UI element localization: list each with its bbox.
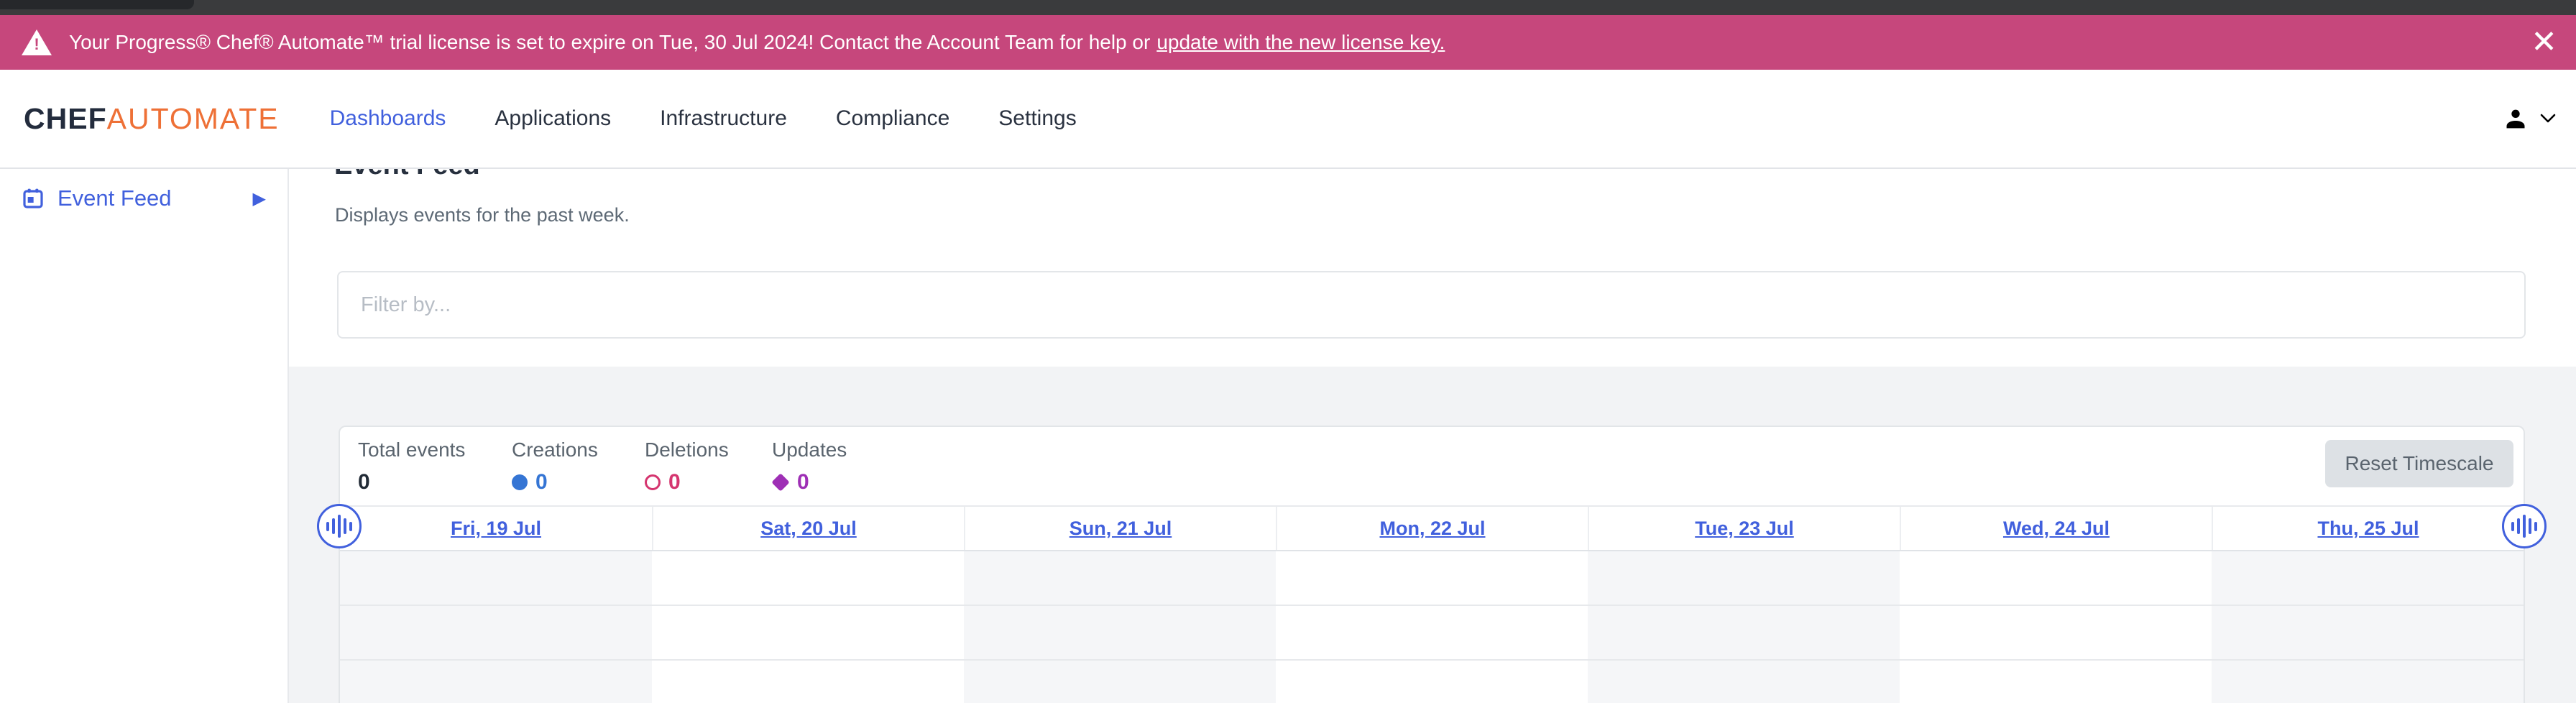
nav-item-applications[interactable]: Applications xyxy=(494,106,611,131)
timeline-day-header: Fri, 19 Jul Sat, 20 Jul Sun, 21 Jul Mon, 22… xyxy=(340,505,2524,551)
timeline-cell xyxy=(1900,606,2212,661)
stat-creations: Creations 0 xyxy=(512,438,598,495)
stat-deletions: Deletions 0 xyxy=(645,438,729,495)
timeline-cell xyxy=(1276,551,1588,606)
license-banner: ! Your Progress® Chef® Automate™ trial l… xyxy=(0,15,2576,70)
sidebar-item-event-feed[interactable]: Event Feed ▶ xyxy=(0,176,288,221)
day-link-sun-21-jul[interactable]: Sun, 21 Jul xyxy=(1070,518,1172,540)
browser-tab-fragment xyxy=(0,0,194,9)
timeline-cell xyxy=(340,551,652,606)
equalizer-icon xyxy=(326,515,352,538)
stat-label: Creations xyxy=(512,438,598,461)
stat-value: 0 xyxy=(797,470,809,495)
day-link-sat-20-jul[interactable]: Sat, 20 Jul xyxy=(760,518,857,540)
logo-automate-text: AUTOMATE xyxy=(107,102,280,135)
filled-circle-icon xyxy=(512,474,528,490)
browser-chrome-bar xyxy=(0,0,2576,15)
nav-item-compliance[interactable]: Compliance xyxy=(836,106,949,131)
timeline-cell xyxy=(340,661,652,703)
timeline-cell xyxy=(1588,661,1900,703)
stat-updates: Updates 0 xyxy=(772,438,847,495)
day-column-header: Sun, 21 Jul xyxy=(964,507,1276,550)
warning-triangle-icon: ! xyxy=(22,29,52,55)
day-link-fri-19-jul[interactable]: Fri, 19 Jul xyxy=(451,518,541,540)
day-link-thu-25-jul[interactable]: Thu, 25 Jul xyxy=(2317,518,2419,540)
reset-timescale-button[interactable]: Reset Timescale xyxy=(2325,440,2513,487)
day-column-header: Thu, 25 Jul xyxy=(2212,507,2524,550)
timeline-cell xyxy=(964,606,1276,661)
timeline-cell xyxy=(340,606,652,661)
user-menu[interactable] xyxy=(2501,70,2556,167)
license-banner-message: Your Progress® Chef® Automate™ trial lic… xyxy=(69,31,1150,54)
sidebar-item-label: Event Feed xyxy=(58,185,172,211)
logo-chef-text: CHEF xyxy=(24,102,107,135)
filter-input[interactable] xyxy=(337,271,2526,339)
timeline-cell xyxy=(1276,661,1588,703)
stat-value: 0 xyxy=(668,470,681,495)
outline-circle-icon xyxy=(645,474,661,490)
chevron-down-icon xyxy=(2540,114,2556,124)
nav-item-settings[interactable]: Settings xyxy=(998,106,1076,131)
nav-item-dashboards[interactable]: Dashboards xyxy=(330,106,446,131)
day-column-header: Tue, 23 Jul xyxy=(1588,507,1900,550)
app-header: CHEFAUTOMATE Dashboards Applications Infra… xyxy=(0,70,2576,169)
diamond-icon xyxy=(771,473,789,491)
expand-arrow-icon[interactable]: ▶ xyxy=(253,188,266,209)
timescale-next-button[interactable] xyxy=(2502,504,2547,548)
day-column-header: Sat, 20 Jul xyxy=(652,507,964,550)
timeline-cell xyxy=(1900,551,2212,606)
timescale-prev-button[interactable] xyxy=(317,504,362,548)
stat-label: Deletions xyxy=(645,438,729,461)
timeline-cell xyxy=(1900,661,2212,703)
stat-value: 0 xyxy=(535,470,548,495)
close-icon[interactable]: ✕ xyxy=(2531,27,2557,58)
timeline-cell xyxy=(2212,661,2524,703)
timeline-cell xyxy=(1588,551,1900,606)
timeline-cell xyxy=(652,551,964,606)
nav-item-infrastructure[interactable]: Infrastructure xyxy=(660,106,787,131)
timeline-cell xyxy=(652,661,964,703)
stat-total-events: Total events 0 xyxy=(358,438,465,495)
stat-value: 0 xyxy=(358,470,370,495)
timeline-cell xyxy=(1276,606,1588,661)
day-column-header: Fri, 19 Jul xyxy=(340,507,652,550)
day-link-tue-23-jul[interactable]: Tue, 23 Jul xyxy=(1695,518,1794,540)
stat-label: Updates xyxy=(772,438,847,461)
equalizer-icon xyxy=(2511,515,2537,538)
day-column-header: Wed, 24 Jul xyxy=(1900,507,2212,550)
sidebar: Event Feed ▶ xyxy=(0,169,289,703)
main-nav: Dashboards Applications Infrastructure Comp… xyxy=(330,106,1077,131)
day-column-header: Mon, 22 Jul xyxy=(1276,507,1588,550)
timeline-grid xyxy=(340,551,2524,703)
timeline-cell xyxy=(2212,551,2524,606)
update-license-link[interactable]: update with the new license key. xyxy=(1156,31,1445,54)
day-link-mon-22-jul[interactable]: Mon, 22 Jul xyxy=(1379,518,1485,540)
day-link-wed-24-jul[interactable]: Wed, 24 Jul xyxy=(2003,518,2110,540)
timeline-cell xyxy=(1588,606,1900,661)
stat-label: Total events xyxy=(358,438,465,461)
page-subtitle: Displays events for the past week. xyxy=(335,204,630,226)
timeline-cell xyxy=(2212,606,2524,661)
timeline-cell xyxy=(964,551,1276,606)
calendar-icon xyxy=(22,187,45,210)
person-icon xyxy=(2501,104,2530,133)
event-feed-card: Total events0Creations0Deletions0Updates… xyxy=(339,426,2525,703)
chef-automate-logo: CHEFAUTOMATE xyxy=(24,104,280,134)
timeline-cell xyxy=(964,661,1276,703)
timeline-cell xyxy=(652,606,964,661)
